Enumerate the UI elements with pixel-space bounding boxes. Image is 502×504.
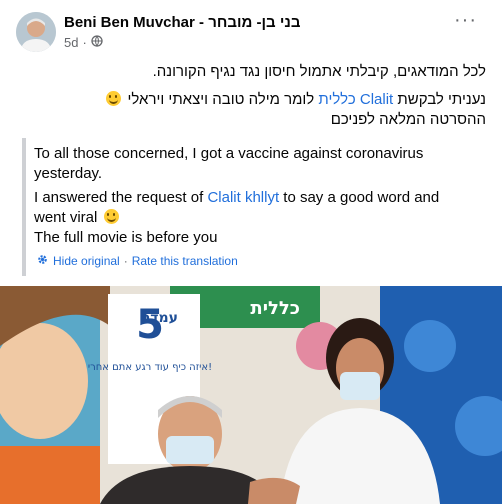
post-meta: 5d · [64, 35, 103, 50]
post-photo[interactable]: כללית עמדה 5 איזה כיף עוד רגע אתם אחרי! [0, 286, 502, 504]
rate-translation-link[interactable]: Rate this translation [132, 254, 238, 268]
more-options-icon[interactable]: ··· [454, 10, 476, 34]
smile-emoji-icon [103, 209, 119, 224]
separator-dot: · [123, 254, 128, 268]
original-line-3: ההסרטה המלאה לפניכם [330, 111, 486, 128]
globe-icon [91, 35, 103, 50]
original-line-2: נעניתי לבקשת Clalit כללית לומר מילה טובה… [16, 90, 486, 110]
smile-emoji-icon [106, 91, 122, 106]
original-line-2-before: נעניתי לבקשת [393, 91, 486, 108]
translation-paragraph-1: To all those concerned, I got a vaccine … [34, 145, 424, 182]
avatar[interactable] [16, 12, 56, 52]
hide-original-link[interactable]: Hide original [53, 254, 120, 268]
post-time[interactable]: 5d [64, 35, 78, 50]
translation-actions: Hide original · Rate this translation [36, 253, 238, 269]
sign-text: איזה כיף עוד רגע אתם אחרי! [88, 362, 212, 373]
original-line-2-after: לומר מילה טובה ויצאתי ויראלי [127, 91, 319, 108]
clalit-translation-link[interactable]: Clalit khllyt [207, 189, 279, 206]
banner-text: כללית [250, 298, 300, 319]
separator-dot: · [82, 35, 87, 50]
translation-paragraph-2-before: I answered the request of [34, 189, 208, 206]
author-name[interactable]: Beni Ben Muvchar - בני בן- מובחר [64, 14, 300, 31]
translation-paragraph-3: The full movie is before you [34, 229, 218, 246]
post-header: Beni Ben Muvchar - בני בן- מובחר 5d · ··… [0, 0, 502, 56]
clalit-mention-link[interactable]: Clalit כללית [318, 91, 393, 108]
sign-number: 5 [136, 302, 164, 348]
original-line-1: לכל המודאגים, קיבלתי אתמול חיסון נגד נגי… [152, 63, 486, 80]
translation-paragraph-2: I answered the request of Clalit khllyt … [34, 188, 474, 228]
gear-icon[interactable] [36, 253, 49, 269]
